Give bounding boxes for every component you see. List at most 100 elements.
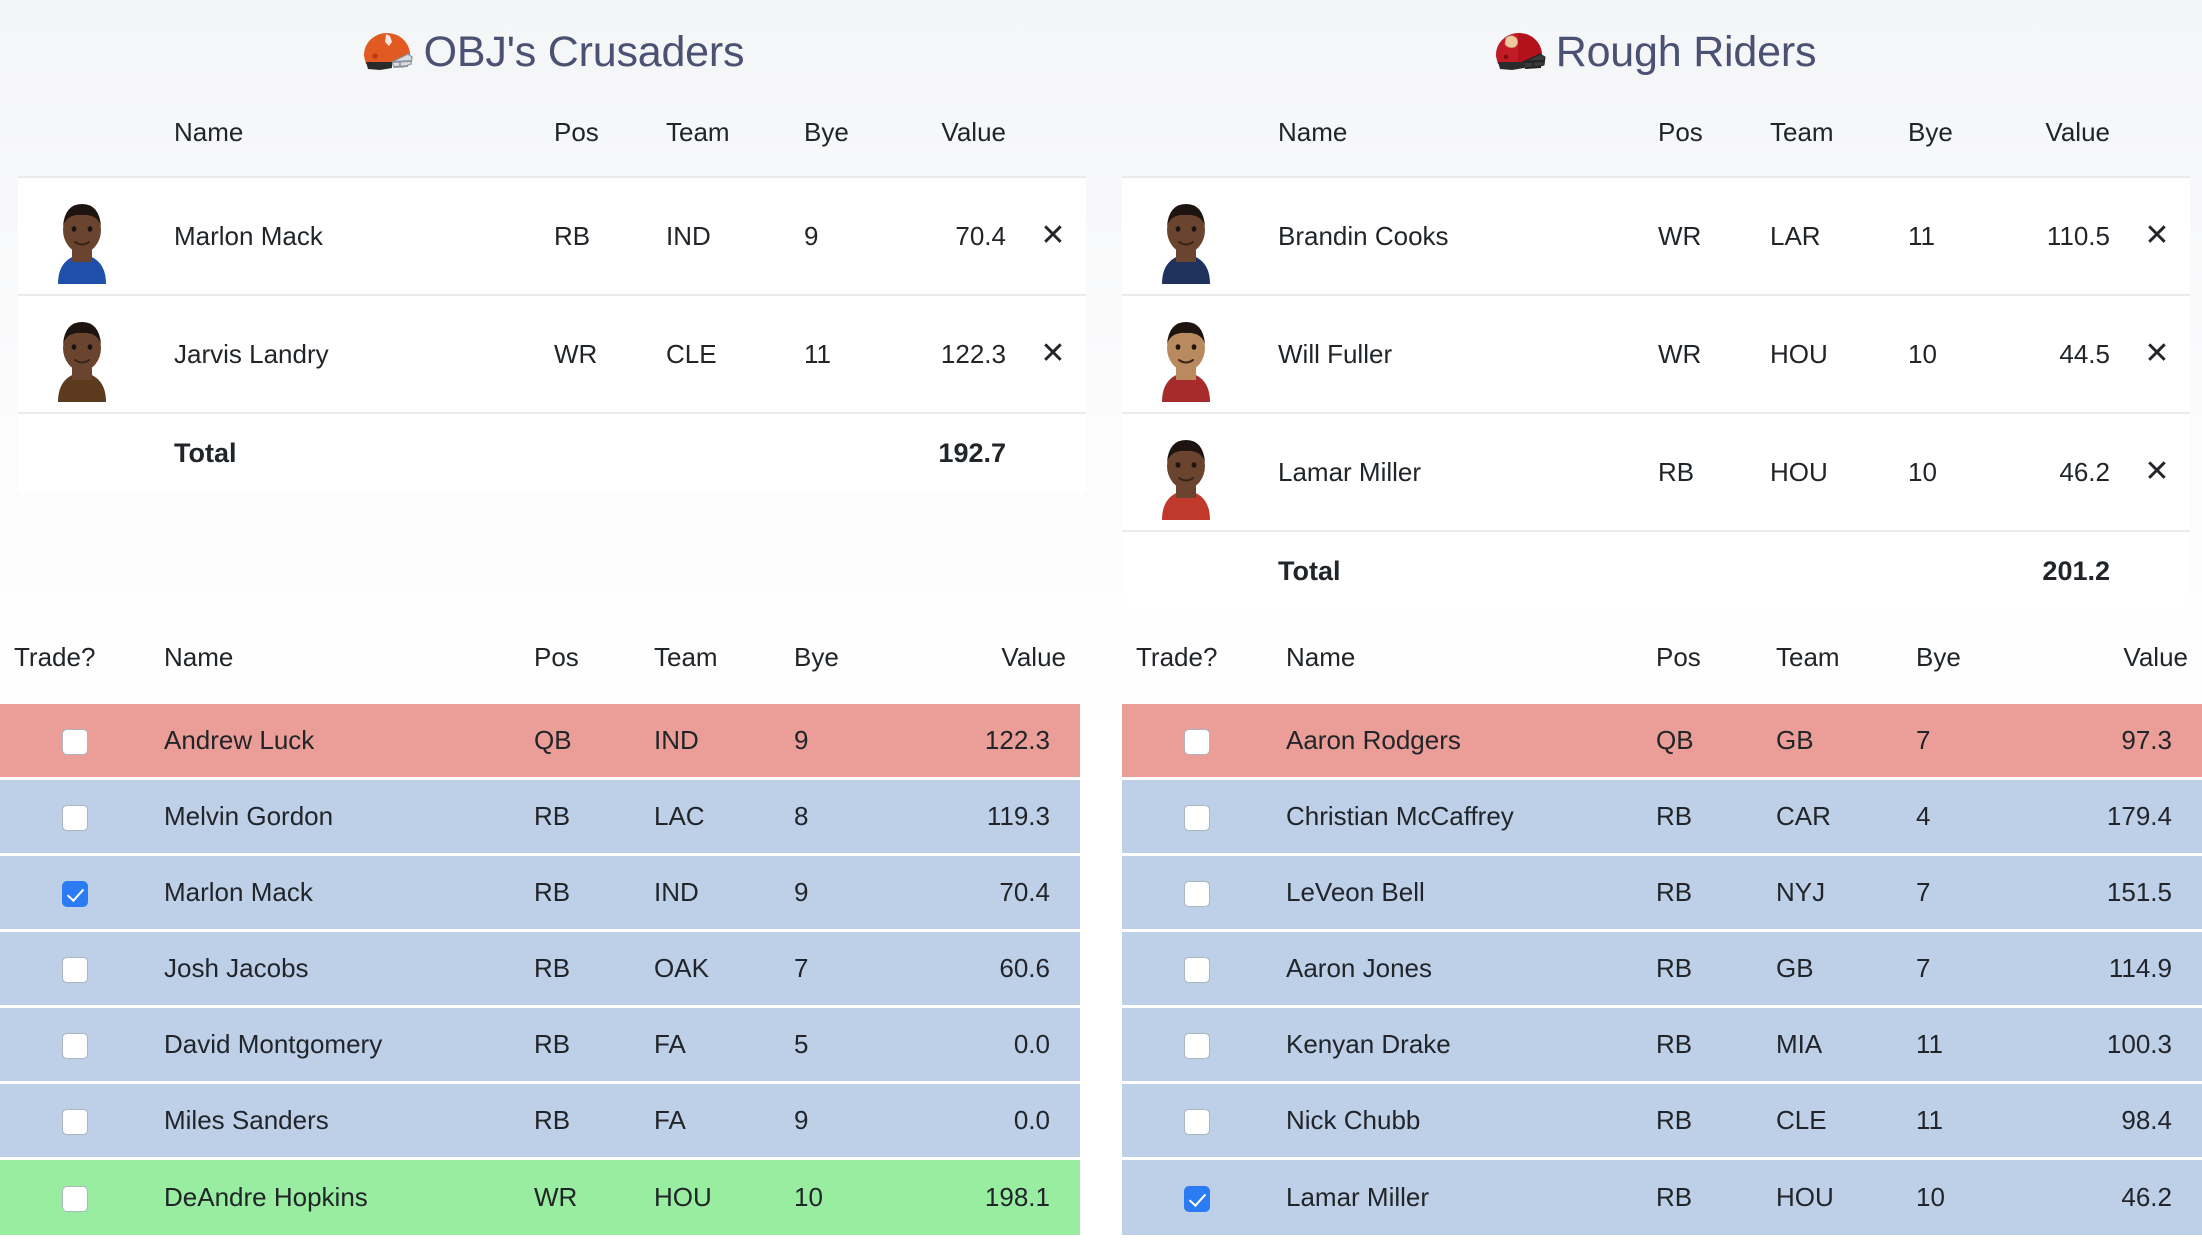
col-value: Value	[1001, 642, 1066, 672]
trade-checkbox[interactable]	[1184, 957, 1210, 984]
table-row[interactable]: Melvin Gordon RB LAC 8 119.3	[0, 777, 1080, 855]
player-pos: RB	[1642, 777, 1762, 855]
player-value: 198.1	[896, 1157, 1080, 1235]
close-icon[interactable]: ✕	[1040, 338, 1065, 369]
table-row[interactable]: Kenyan Drake RB MIA 11 100.3	[1122, 1005, 2202, 1083]
total-spacer	[18, 412, 160, 493]
player-name: Marlon Mack	[150, 853, 520, 931]
trade-checkbox[interactable]	[1184, 1033, 1210, 1060]
trade-checkbox-cell[interactable]	[1122, 1081, 1272, 1159]
player-value: 46.2	[2018, 1157, 2202, 1235]
table-row[interactable]: David Montgomery RB FA 5 0.0	[0, 1005, 1080, 1083]
trade-checkbox[interactable]	[62, 1109, 88, 1136]
table-row[interactable]: Miles Sanders RB FA 9 0.0	[0, 1081, 1080, 1159]
player-value: 46.2	[1998, 412, 2124, 531]
trade-checkbox-cell[interactable]	[1122, 929, 1272, 1007]
remove-player-cell[interactable]: ✕	[2124, 294, 2190, 413]
total-x-blank	[2124, 530, 2190, 611]
roster-table-right-body: Aaron Rodgers QB GB 7 97.3 Christian McCaffre…	[1122, 701, 2202, 1235]
remove-player-cell[interactable]: ✕	[1020, 176, 1086, 295]
player-bye: 4	[1902, 777, 2018, 855]
player-bye: 10	[780, 1157, 896, 1235]
table-header-row: Name Pos Team Bye Value	[18, 105, 1086, 177]
table-row[interactable]: Nick Chubb RB CLE 11 98.4	[1122, 1081, 2202, 1159]
player-headshot-icon	[1136, 424, 1236, 520]
close-icon[interactable]: ✕	[2144, 456, 2169, 487]
player-photo-cell	[1122, 412, 1264, 531]
table-row[interactable]: Christian McCaffrey RB CAR 4 179.4	[1122, 777, 2202, 855]
player-photo-cell	[18, 176, 160, 295]
trade-checkbox-cell[interactable]	[1122, 701, 1272, 779]
trade-checkbox-cell[interactable]	[1122, 853, 1272, 931]
player-headshot-icon	[32, 188, 132, 284]
close-icon[interactable]: ✕	[1040, 220, 1065, 251]
col-bye: Bye	[1908, 117, 1953, 147]
trade-table-left: Name Pos Team Bye Value Marlon Mack RB IND…	[18, 105, 1086, 493]
trade-checkbox[interactable]	[62, 805, 88, 832]
trade-checkbox[interactable]	[1184, 1109, 1210, 1136]
trade-checkbox-cell[interactable]	[0, 853, 150, 931]
table-row[interactable]: Josh Jacobs RB OAK 7 60.6	[0, 929, 1080, 1007]
player-value: 98.4	[2018, 1081, 2202, 1159]
trade-checkbox-cell[interactable]	[0, 701, 150, 779]
remove-player-cell[interactable]: ✕	[2124, 176, 2190, 295]
trade-checkbox-cell[interactable]	[1122, 1157, 1272, 1235]
player-headshot-icon	[1136, 306, 1236, 402]
remove-player-cell[interactable]: ✕	[2124, 412, 2190, 531]
trade-checkbox-cell[interactable]	[0, 777, 150, 855]
trade-checkbox[interactable]	[62, 881, 88, 908]
col-pos: Pos	[1656, 642, 1701, 672]
trade-checkbox-cell[interactable]	[0, 929, 150, 1007]
trade-checkbox[interactable]	[62, 1185, 88, 1212]
total-team-blank	[1756, 530, 1894, 611]
table-row: Jarvis Landry WR CLE 11 122.3 ✕	[18, 294, 1086, 413]
close-icon[interactable]: ✕	[2144, 338, 2169, 369]
table-row[interactable]: Lamar Miller RB HOU 10 46.2	[1122, 1157, 2202, 1235]
player-name: Miles Sanders	[150, 1081, 520, 1159]
player-bye: 9	[780, 1081, 896, 1159]
player-photo-cell	[1122, 294, 1264, 413]
trade-checkbox-cell[interactable]	[1122, 777, 1272, 855]
player-bye: 10	[1894, 294, 1998, 413]
trade-checkbox[interactable]	[1184, 1185, 1210, 1212]
player-value: 119.3	[896, 777, 1080, 855]
trade-checkbox[interactable]	[62, 957, 88, 984]
trade-table-right-body: Brandin Cooks WR LAR 11 110.5 ✕ Will Fuller WR H…	[1122, 176, 2190, 611]
trade-checkbox-cell[interactable]	[0, 1081, 150, 1159]
player-name: Nick Chubb	[1272, 1081, 1642, 1159]
table-row: Marlon Mack RB IND 9 70.4 ✕	[18, 176, 1086, 295]
player-bye: 10	[1902, 1157, 2018, 1235]
col-pos: Pos	[554, 117, 599, 147]
player-team: IND	[640, 853, 780, 931]
trade-checkbox[interactable]	[62, 1033, 88, 1060]
table-row[interactable]: DeAndre Hopkins WR HOU 10 198.1	[0, 1157, 1080, 1235]
player-pos: WR	[1644, 294, 1756, 413]
roster-table-left: Trade? Name Pos Team Bye Value Andrew Lu…	[0, 630, 1080, 1235]
table-row[interactable]: Andrew Luck QB IND 9 122.3	[0, 701, 1080, 779]
col-photo	[1122, 105, 1264, 177]
trade-checkbox[interactable]	[62, 729, 88, 756]
table-row[interactable]: Marlon Mack RB IND 9 70.4	[0, 853, 1080, 931]
trade-checkbox-cell[interactable]	[1122, 1005, 1272, 1083]
col-team: Team	[1770, 117, 1834, 147]
player-team: IND	[652, 176, 790, 295]
trade-checkbox-cell[interactable]	[0, 1005, 150, 1083]
player-pos: RB	[1642, 1081, 1762, 1159]
table-row[interactable]: Aaron Jones RB GB 7 114.9	[1122, 929, 2202, 1007]
trade-checkbox[interactable]	[1184, 881, 1210, 908]
player-bye: 7	[1902, 929, 2018, 1007]
table-row[interactable]: LeVeon Bell RB NYJ 7 151.5	[1122, 853, 2202, 931]
table-row[interactable]: Aaron Rodgers QB GB 7 97.3	[1122, 701, 2202, 779]
remove-player-cell[interactable]: ✕	[1020, 294, 1086, 413]
trade-checkbox[interactable]	[1184, 729, 1210, 756]
total-pos-blank	[540, 412, 652, 493]
close-icon[interactable]: ✕	[2144, 220, 2169, 251]
trade-checkbox-cell[interactable]	[0, 1157, 150, 1235]
trade-checkbox[interactable]	[1184, 805, 1210, 832]
player-value: 110.5	[1998, 176, 2124, 295]
player-value: 97.3	[2018, 701, 2202, 779]
player-pos: RB	[1642, 853, 1762, 931]
total-value: 201.2	[1998, 530, 2124, 611]
player-name: Lamar Miller	[1264, 412, 1644, 531]
col-name: Name	[1278, 117, 1348, 147]
